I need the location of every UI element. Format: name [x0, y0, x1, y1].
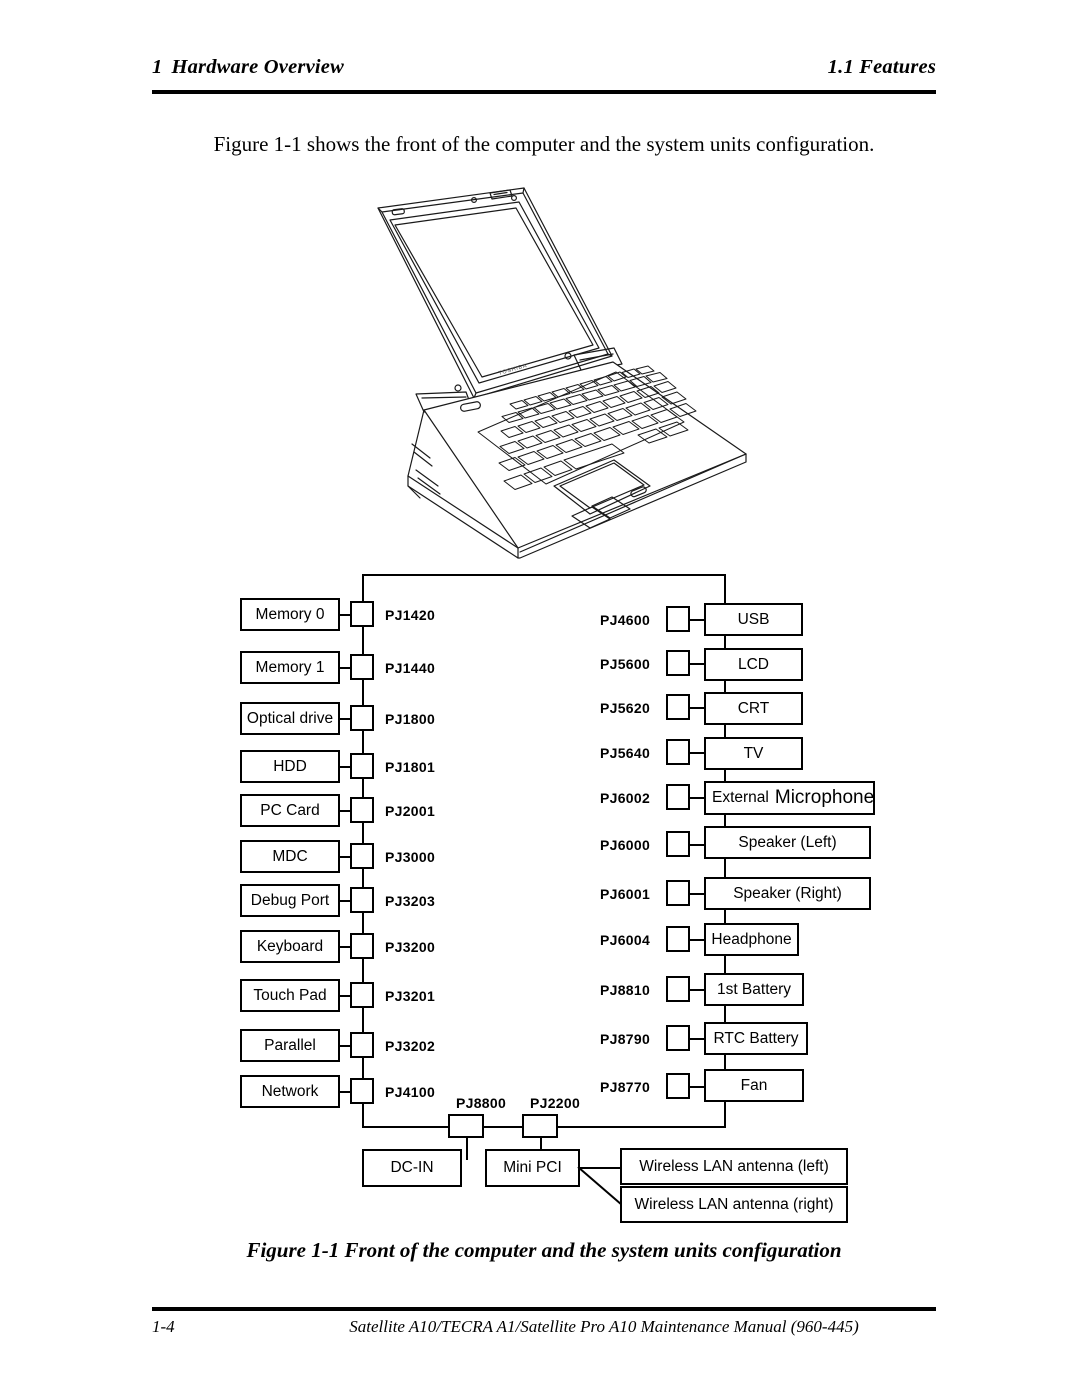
- connector-label-pj3202: PJ3202: [385, 1038, 436, 1054]
- connector-label-pj6001: PJ6001: [600, 886, 651, 902]
- component-box-crt: CRT: [704, 692, 803, 725]
- header-rule: [152, 90, 936, 94]
- connector-label-pj3000: PJ3000: [385, 849, 436, 865]
- connector-pad-pj5620: [666, 694, 690, 720]
- connector-pad-pj1800: [350, 705, 374, 731]
- manual-title: Satellite A10/TECRA A1/Satellite Pro A10…: [349, 1317, 859, 1336]
- connector-label-pj1801: PJ1801: [385, 759, 436, 775]
- connector-label-pj4600: PJ4600: [600, 612, 651, 628]
- page-footer: 1-4 Satellite A10/TECRA A1/Satellite Pro…: [152, 1317, 936, 1347]
- section-title: Hardware Overview: [171, 56, 344, 78]
- component-box-parallel: Parallel: [240, 1029, 340, 1062]
- connector-pad-pj6000: [666, 831, 690, 857]
- connector-label-pj2001: PJ2001: [385, 803, 436, 819]
- connector-label-pj1420: PJ1420: [385, 607, 436, 623]
- connector-pad-pj4600: [666, 606, 690, 632]
- connector-pad-pj5600: [666, 650, 690, 676]
- connector-pad-pj8810: [666, 976, 690, 1002]
- footer-rule: [152, 1307, 936, 1311]
- connector-label-pj6000: PJ6000: [600, 837, 651, 853]
- component-box-wlan-antenna-left: Wireless LAN antenna (left): [620, 1148, 848, 1185]
- connector-label-pj5600: PJ5600: [600, 656, 651, 672]
- component-box-wlan-antenna-right: Wireless LAN antenna (right): [620, 1186, 848, 1223]
- figure-caption: Figure 1-1 Front of the computer and the…: [246, 1238, 842, 1262]
- component-box-mdc: MDC: [240, 840, 340, 873]
- component-box-hdd: HDD: [240, 750, 340, 783]
- component-box-headphone: Headphone: [704, 923, 799, 956]
- connector-pad-pj4100: [350, 1078, 374, 1104]
- connector-label-pj5620: PJ5620: [600, 700, 651, 716]
- component-box-speaker-right: Speaker (Right): [704, 877, 871, 910]
- component-box-debug-port: Debug Port: [240, 884, 340, 917]
- connector-pad-pj3200: [350, 933, 374, 959]
- connector-label-pj8810: PJ8810: [600, 982, 651, 998]
- connector-pad-pj3202: [350, 1032, 374, 1058]
- connector-label-pj6002: PJ6002: [600, 790, 651, 806]
- connector-pad-pj3203: [350, 887, 374, 913]
- connector-label-pj2200: PJ2200: [530, 1095, 581, 1111]
- connector-label-pj3200: PJ3200: [385, 939, 436, 955]
- component-box-1st-battery: 1st Battery: [704, 973, 804, 1006]
- connector-pad-pj8770: [666, 1073, 690, 1099]
- connector-pad-pj2001: [350, 797, 374, 823]
- connector-pad-pj1420: [350, 601, 374, 627]
- component-box-optical-drive: Optical drive: [240, 702, 340, 735]
- connector-label-pj1800: PJ1800: [385, 711, 436, 727]
- running-head-left: 1 Hardware Overview: [152, 56, 344, 79]
- connector-pad-pj8800: [448, 1114, 484, 1138]
- connector-label-pj6004: PJ6004: [600, 932, 651, 948]
- page-header: 1 Hardware Overview 1.1 Features: [152, 56, 936, 94]
- connector-label-pj4100: PJ4100: [385, 1084, 436, 1100]
- connector-pad-pj3000: [350, 843, 374, 869]
- connector-label-pj3203: PJ3203: [385, 893, 436, 909]
- connector-pad-pj1440: [350, 654, 374, 680]
- connector-label-pj5640: PJ5640: [600, 745, 651, 761]
- connector-label-pj8800: PJ8800: [456, 1095, 507, 1111]
- component-box-memory-1: Memory 1: [240, 651, 340, 684]
- connector-pad-pj6004: [666, 926, 690, 952]
- connector-pad-pj6001: [666, 880, 690, 906]
- wire-wlan-antenna-right: [577, 1166, 624, 1207]
- connector-label-pj8770: PJ8770: [600, 1079, 651, 1095]
- connector-pad-pj6002: [666, 784, 690, 810]
- component-box-network: Network: [240, 1075, 340, 1108]
- component-box-memory-0: Memory 0: [240, 598, 340, 631]
- connector-pad-pj1801: [350, 753, 374, 779]
- component-box-usb: USB: [704, 603, 803, 636]
- connector-pad-pj3201: [350, 982, 374, 1008]
- component-box-speaker-left: Speaker (Left): [704, 826, 871, 859]
- section-number: 1: [152, 56, 163, 78]
- component-box-rtc-battery: RTC Battery: [704, 1022, 808, 1055]
- connector-label-pj3201: PJ3201: [385, 988, 436, 1004]
- intro-paragraph: Figure 1-1 shows the front of the comput…: [213, 132, 875, 156]
- connector-pad-pj2200: [522, 1114, 558, 1138]
- component-box-pc-card: PC Card: [240, 794, 340, 827]
- component-box-tv: TV: [704, 737, 803, 770]
- component-box-external-microphone: External Microphone: [704, 781, 875, 815]
- component-box-dc-in: DC-IN: [362, 1149, 462, 1187]
- external-microphone-label-part1: External: [712, 789, 769, 806]
- connector-label-pj8790: PJ8790: [600, 1031, 651, 1047]
- laptop-lid: TOSHIBA: [377, 187, 613, 399]
- component-box-mini-pci: Mini PCI: [485, 1149, 580, 1187]
- component-box-lcd: LCD: [704, 648, 803, 681]
- connector-label-pj1440: PJ1440: [385, 660, 436, 676]
- laptop-illustration: TOSHIBA: [368, 186, 754, 562]
- component-box-keyboard: Keyboard: [240, 930, 340, 963]
- wire-dc-in: [466, 1138, 468, 1160]
- component-box-touch-pad: Touch Pad: [240, 979, 340, 1012]
- external-microphone-label-part2: Microphone: [774, 787, 875, 808]
- running-head-right: 1.1 Features: [827, 56, 936, 78]
- connector-pad-pj5640: [666, 739, 690, 765]
- component-box-fan: Fan: [704, 1069, 804, 1102]
- connector-pad-pj8790: [666, 1025, 690, 1051]
